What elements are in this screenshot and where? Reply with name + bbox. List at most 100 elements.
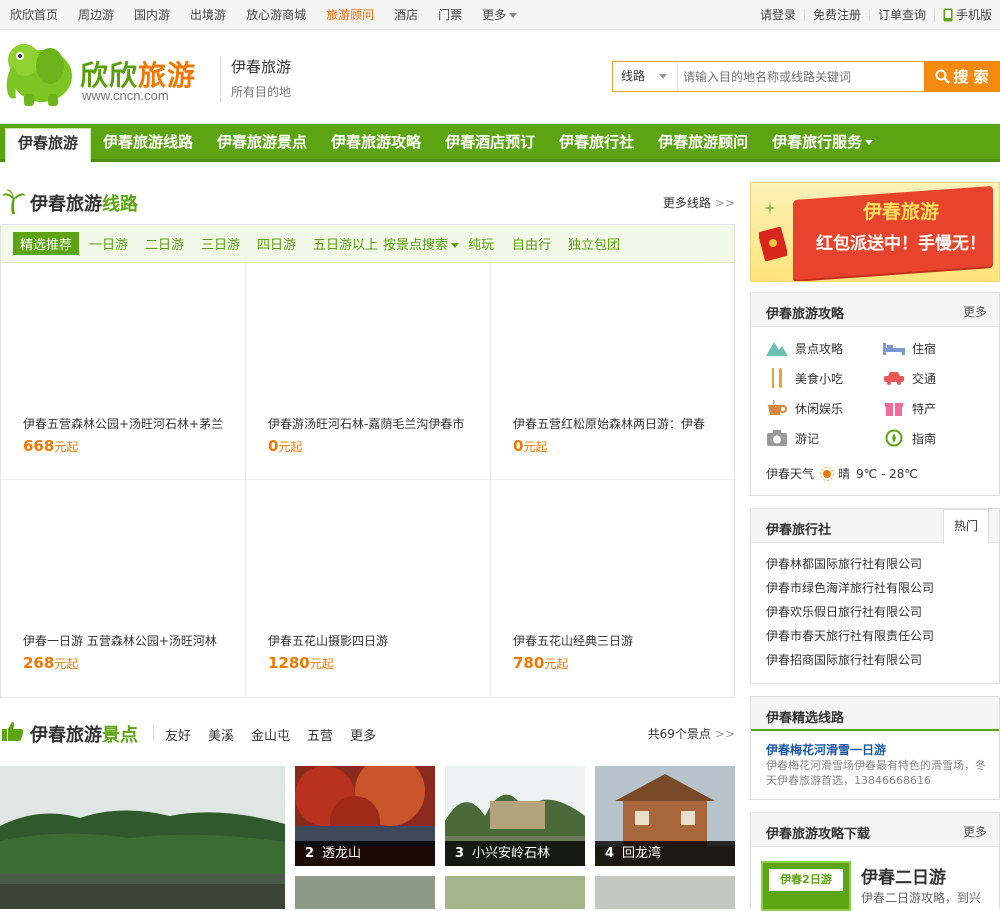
top-link-nearby[interactable]: 周边游 [68,0,124,30]
route-card-title[interactable]: 伊春五花山经典三日游 [513,632,713,649]
tab-1day[interactable]: 一日游 [89,234,128,253]
logo[interactable]: 欣欣旅游 www.cncn.com [0,34,215,110]
city-switcher[interactable]: 伊春旅游 所有目的地 [220,56,291,102]
guide-scenic[interactable]: 景点攻略 [766,339,843,357]
download-more-link[interactable]: 更多 [963,823,987,840]
scenic-link-more[interactable]: 更多 [350,725,376,744]
agency-link[interactable]: 伊春招商国际旅行社有限公司 [766,651,922,668]
all-destinations-link[interactable]: 所有目的地 [231,83,291,100]
scenic-link[interactable]: 金山屯 [251,725,290,744]
route-card-title[interactable]: 伊春一日游 五营森林公园+汤旺河林 [23,632,223,649]
order-query-link[interactable]: 订单查询 [868,9,934,21]
search-type-select[interactable]: 线路 [613,62,678,91]
route-card-title[interactable]: 伊春五营红松原始森林两日游：伊春 [513,415,713,432]
route-card-price: 268元起 [23,654,78,672]
register-link[interactable]: 免费注册 [803,9,869,21]
scenic-main-image[interactable] [0,766,285,909]
route-card[interactable]: 伊春游汤旺河石林-嘉荫毛兰沟伊春市 0元起 [246,263,491,480]
top-link-tickets[interactable]: 门票 [428,0,472,30]
guide-panel: 伊春旅游攻略 更多 景点攻略 住宿 美食小吃 交通 休闲娱乐 特产 游记 指南 … [750,292,1000,496]
guide-more-link[interactable]: 更多 [963,303,987,320]
scenic-thumb[interactable] [295,876,435,909]
weather-temp: 9℃ - 28℃ [856,466,918,481]
top-link-more[interactable]: 更多 [472,0,527,30]
tab-by-scenic[interactable]: 按景点搜索 [383,234,460,253]
top-link-outbound[interactable]: 出境游 [180,0,236,30]
price-unit: 元起 [278,440,303,454]
nav-item-agency[interactable]: 伊春旅行社 [547,124,646,162]
routes-title: 伊春旅游线路 [30,190,138,216]
more-routes-label: 更多线路 [662,196,711,210]
more-routes-link[interactable]: 更多线路 >> [663,194,735,211]
top-link-domestic[interactable]: 国内游 [124,0,180,30]
agency-link[interactable]: 伊春欢乐假日旅行社有限公司 [766,603,922,620]
coffee-cup-icon [766,399,788,417]
top-link-home[interactable]: 欣欣首页 [0,0,68,30]
route-card-title[interactable]: 伊春五花山摄影四日游 [268,632,468,649]
nav-item-advisor[interactable]: 伊春旅游顾问 [646,124,760,162]
nav-item-services[interactable]: 伊春旅行服务 [760,124,885,162]
nav-item-routes[interactable]: 伊春旅游线路 [91,124,205,162]
scenic-count-link[interactable]: 共69个景点 >> [648,725,735,742]
guide-food-label: 美食小吃 [795,371,844,386]
tab-independent[interactable]: 自由行 [512,234,551,253]
login-link[interactable]: 请登录 [752,9,804,21]
mobile-link[interactable]: 手机版 [933,8,1000,22]
nav-item-guide[interactable]: 伊春旅游攻略 [319,124,433,162]
route-card[interactable]: 伊春五营红松原始森林两日游：伊春 0元起 [491,263,736,480]
tab-3day[interactable]: 三日游 [201,234,240,253]
nav-item-scenic[interactable]: 伊春旅游景点 [205,124,319,162]
guide-lodging[interactable]: 住宿 [883,339,936,357]
guide-book-cover-text: 伊春2日游 [769,869,843,891]
search-button[interactable]: 搜 索 [924,61,1000,92]
scenic-title-b: 景点 [102,725,138,746]
guide-book-title[interactable]: 伊春二日游 [861,863,946,888]
tab-4day[interactable]: 四日游 [257,234,296,253]
scenic-thumb[interactable]: 3 小兴安岭石林 [445,766,585,866]
guide-book-cover[interactable]: 伊春2日游 [761,861,851,911]
scenic-thumb[interactable] [595,876,735,909]
guide-food[interactable]: 美食小吃 [766,368,844,388]
route-card-title[interactable]: 伊春游汤旺河石林-嘉荫毛兰沟伊春市 [268,415,468,432]
picked-route-desc: 伊春梅花河滑雪场伊春最有特色的滑雪场，冬天伊春旅游首选，13846668616 [766,759,986,787]
route-card[interactable]: 伊春一日游 五营森林公园+汤旺河林 268元起 [1,480,246,697]
guide-transport[interactable]: 交通 [883,369,936,387]
tab-5day-plus[interactable]: 五日游以上 [313,234,378,253]
guide-tips[interactable]: 指南 [883,429,936,447]
routes-title-b: 线路 [102,194,138,215]
tab-private-group[interactable]: 独立包团 [568,234,620,253]
tab-pure[interactable]: 纯玩 [468,234,494,253]
scenic-thumb[interactable]: 2 透龙山 [295,766,435,866]
picked-route-title[interactable]: 伊春梅花河滑雪一日游 [766,741,886,758]
route-card[interactable]: 伊春五营森林公园+汤旺河石林+茅兰 668元起 [1,263,246,480]
chevron-down-icon [659,74,667,79]
nav-item-home[interactable]: 伊春旅游 [5,128,92,162]
scenic-thumb[interactable]: 4 回龙湾 [595,766,735,866]
guide-specialty[interactable]: 特产 [883,399,936,417]
guide-travelogue[interactable]: 游记 [766,429,819,447]
top-link-hotel[interactable]: 酒店 [384,0,428,30]
top-link-mall[interactable]: 放心游商城 [236,0,316,30]
guide-leisure[interactable]: 休闲娱乐 [766,399,843,417]
tab-hot[interactable]: 热门 [942,509,989,544]
route-card[interactable]: 伊春五花山摄影四日游 1280元起 [246,480,491,697]
guide-leisure-label: 休闲娱乐 [795,401,844,416]
promo-line-1: 伊春旅游 [862,201,939,223]
scenic-link[interactable]: 五营 [307,725,333,744]
agency-link[interactable]: 伊春市绿色海洋旅行社有限公司 [766,579,934,596]
agency-link[interactable]: 伊春林都国际旅行社有限公司 [766,555,922,572]
agency-link[interactable]: 伊春市春天旅行社有限责任公司 [766,627,934,644]
scenic-count: 共69个景点 [647,727,711,741]
scenic-thumb[interactable] [445,876,585,909]
top-link-advisor[interactable]: 旅游顾问 [316,0,384,30]
route-card-title[interactable]: 伊春五营森林公园+汤旺河石林+茅兰 [23,415,223,432]
nav-item-hotel[interactable]: 伊春酒店预订 [433,124,547,162]
route-card[interactable]: 伊春五花山经典三日游 780元起 [491,480,736,697]
scenic-link[interactable]: 美溪 [208,725,234,744]
red-envelope-banner[interactable]: 伊春旅游 红包派送中！手慢无！ [750,182,1000,282]
scenic-link[interactable]: 友好 [165,725,191,744]
search-input[interactable] [678,62,924,91]
double-chevron-right-icon: >> [714,726,735,741]
tab-featured[interactable]: 精选推荐 [13,232,80,255]
tab-2day[interactable]: 二日游 [145,234,184,253]
